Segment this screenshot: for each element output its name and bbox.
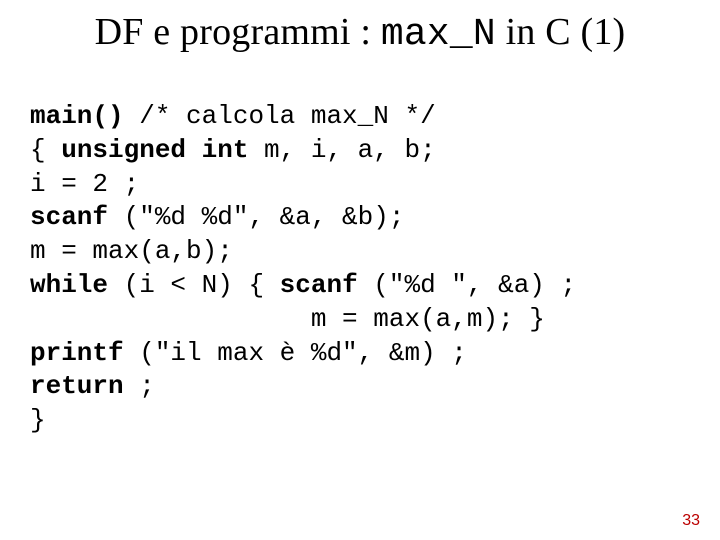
code-l2b: unsigned int (61, 135, 248, 165)
title-mono: max_N (381, 13, 496, 56)
code-l1a: main() (30, 101, 124, 131)
code-l6b: (i < N) { (108, 270, 280, 300)
code-l8a: printf (30, 338, 124, 368)
code-l6c: scanf (280, 270, 358, 300)
code-block: main() /* calcola max_N */ { unsigned in… (30, 100, 576, 438)
page-title: DF e programmi : max_N in C (1) (0, 10, 720, 56)
code-l8b: ("il max è %d", &m) ; (124, 338, 467, 368)
title-pre: DF e programmi : (95, 11, 381, 53)
code-l9a: return (30, 371, 124, 401)
code-l9b: ; (124, 371, 155, 401)
code-l7: m = max(a,m); } (30, 304, 545, 334)
code-l1b: /* calcola max_N */ (124, 101, 436, 131)
code-l3: i = 2 ; (30, 169, 139, 199)
code-l2a: { (30, 135, 61, 165)
code-l2c: m, i, a, b; (248, 135, 435, 165)
slide: DF e programmi : max_N in C (1) main() /… (0, 0, 720, 540)
page-number: 33 (682, 512, 700, 530)
code-l5: m = max(a,b); (30, 236, 233, 266)
code-l4a: scanf (30, 202, 108, 232)
code-l4b: ("%d %d", &a, &b); (108, 202, 404, 232)
title-post: in C (1) (496, 11, 626, 53)
code-l6a: while (30, 270, 108, 300)
code-l10: } (30, 405, 46, 435)
code-l6d: ("%d ", &a) ; (358, 270, 576, 300)
